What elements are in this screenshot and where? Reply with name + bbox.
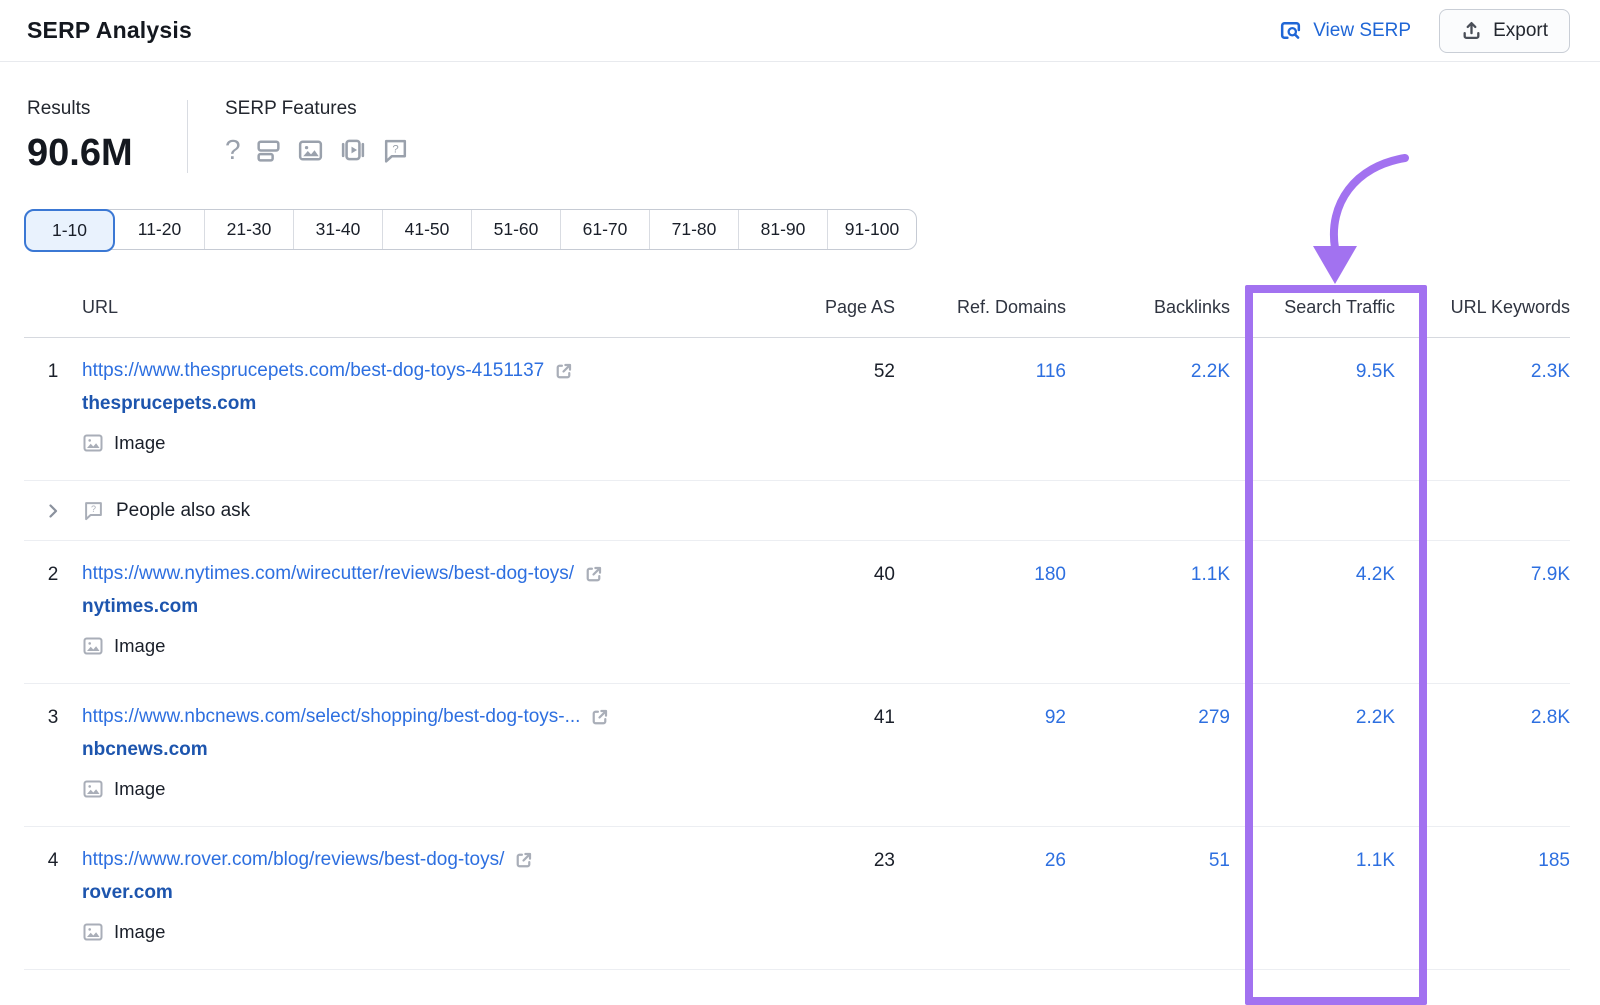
rank-number: 1 (24, 360, 82, 383)
backlinks-value[interactable]: 51 (1066, 849, 1230, 872)
result-url-link[interactable]: https://www.thesprucepets.com/best-dog-t… (82, 360, 544, 382)
page-as-value: 52 (775, 360, 895, 383)
url-keywords-value[interactable]: 7.9K (1395, 563, 1570, 586)
video-icon (338, 135, 368, 165)
external-link-icon[interactable] (589, 707, 610, 728)
table-row: 1 https://www.thesprucepets.com/best-dog… (24, 338, 1570, 481)
results-pagination: 1-10 11-20 21-30 31-40 41-50 51-60 61-70… (24, 209, 917, 250)
view-serp-button[interactable]: View SERP (1278, 18, 1411, 43)
page-range-1-10[interactable]: 1-10 (24, 209, 115, 252)
page-range-41-50[interactable]: 41-50 (382, 210, 471, 249)
serp-feature-badge: Image (114, 778, 165, 800)
ref-domains-value[interactable]: 92 (895, 706, 1066, 729)
backlinks-value[interactable]: 1.1K (1066, 563, 1230, 586)
backlinks-value[interactable]: 2.2K (1066, 360, 1230, 383)
chevron-right-icon[interactable] (43, 501, 63, 521)
external-link-icon[interactable] (553, 361, 574, 382)
summary-section: Results 90.6M SERP Features ? (27, 98, 1600, 175)
ref-domains-value[interactable]: 26 (895, 849, 1066, 872)
column-header-backlinks: Backlinks (1066, 297, 1230, 318)
result-domain-link[interactable]: thesprucepets.com (82, 393, 775, 415)
export-button[interactable]: Export (1439, 9, 1570, 53)
table-header-row: URL Page AS Ref. Domains Backlinks Searc… (24, 278, 1570, 338)
image-icon (296, 136, 325, 165)
image-feature-icon (82, 635, 104, 657)
rank-number: 4 (24, 849, 82, 872)
people-also-ask-icon: ? (82, 499, 105, 522)
url-keywords-value[interactable]: 2.8K (1395, 706, 1570, 729)
search-traffic-value[interactable]: 4.2K (1230, 563, 1395, 586)
url-keywords-value[interactable]: 2.3K (1395, 360, 1570, 383)
search-traffic-value[interactable]: 9.5K (1230, 360, 1395, 383)
featured-snippet-icon (254, 136, 283, 165)
people-also-ask-row[interactable]: ? People also ask (24, 481, 1570, 541)
url-keywords-value[interactable]: 185 (1395, 849, 1570, 872)
result-domain-link[interactable]: rover.com (82, 882, 775, 904)
column-header-url-keywords: URL Keywords (1395, 297, 1570, 318)
people-also-ask-label: People also ask (116, 500, 250, 522)
people-also-ask-icon: ? (381, 136, 410, 165)
result-url-link[interactable]: https://www.nytimes.com/wirecutter/revie… (82, 563, 574, 585)
results-label: Results (27, 98, 187, 120)
search-traffic-value[interactable]: 1.1K (1230, 849, 1395, 872)
external-link-icon[interactable] (583, 564, 604, 585)
svg-text:?: ? (91, 504, 96, 514)
column-header-url: URL (82, 297, 775, 318)
page-range-71-80[interactable]: 71-80 (649, 210, 738, 249)
image-feature-icon (82, 921, 104, 943)
rank-number: 3 (24, 706, 82, 729)
result-url-link[interactable]: https://www.nbcnews.com/select/shopping/… (82, 706, 580, 728)
search-traffic-value[interactable]: 2.2K (1230, 706, 1395, 729)
page-range-31-40[interactable]: 31-40 (293, 210, 382, 249)
column-header-page-as: Page AS (775, 297, 895, 318)
serp-results-table: URL Page AS Ref. Domains Backlinks Searc… (0, 278, 1600, 970)
result-domain-link[interactable]: nbcnews.com (82, 739, 775, 761)
results-block: Results 90.6M (27, 98, 187, 175)
table-row: 3 https://www.nbcnews.com/select/shoppin… (24, 684, 1570, 827)
page-title: SERP Analysis (27, 17, 192, 44)
view-serp-icon (1278, 18, 1303, 43)
table-row: 2 https://www.nytimes.com/wirecutter/rev… (24, 541, 1570, 684)
ref-domains-value[interactable]: 116 (895, 360, 1066, 383)
image-feature-icon (82, 778, 104, 800)
page-range-21-30[interactable]: 21-30 (204, 210, 293, 249)
serp-feature-badge: Image (114, 432, 165, 454)
page-range-81-90[interactable]: 81-90 (738, 210, 827, 249)
results-value: 90.6M (27, 132, 187, 175)
ref-domains-value[interactable]: 180 (895, 563, 1066, 586)
column-header-ref-domains: Ref. Domains (895, 297, 1066, 318)
table-row: 4 https://www.rover.com/blog/reviews/bes… (24, 827, 1570, 970)
page-as-value: 40 (775, 563, 895, 586)
page-as-value: 41 (775, 706, 895, 729)
backlinks-value[interactable]: 279 (1066, 706, 1230, 729)
question-icon: ? (225, 136, 241, 164)
serp-features-block: SERP Features ? (188, 98, 410, 175)
external-link-icon[interactable] (513, 850, 534, 871)
view-serp-label: View SERP (1313, 20, 1411, 42)
serp-feature-badge: Image (114, 921, 165, 943)
page-range-51-60[interactable]: 51-60 (471, 210, 560, 249)
result-domain-link[interactable]: nytimes.com (82, 596, 775, 618)
svg-text:?: ? (392, 143, 398, 155)
page-as-value: 23 (775, 849, 895, 872)
column-header-search-traffic: Search Traffic (1230, 297, 1395, 318)
image-feature-icon (82, 432, 104, 454)
serp-feature-badge: Image (114, 635, 165, 657)
page-range-61-70[interactable]: 61-70 (560, 210, 649, 249)
export-icon (1461, 20, 1482, 41)
serp-features-label: SERP Features (225, 98, 410, 120)
topbar: SERP Analysis View SERP Export (0, 0, 1600, 62)
page-range-11-20[interactable]: 11-20 (115, 210, 204, 249)
page-range-91-100[interactable]: 91-100 (827, 210, 916, 249)
export-label: Export (1493, 20, 1548, 42)
result-url-link[interactable]: https://www.rover.com/blog/reviews/best-… (82, 849, 504, 871)
rank-number: 2 (24, 563, 82, 586)
